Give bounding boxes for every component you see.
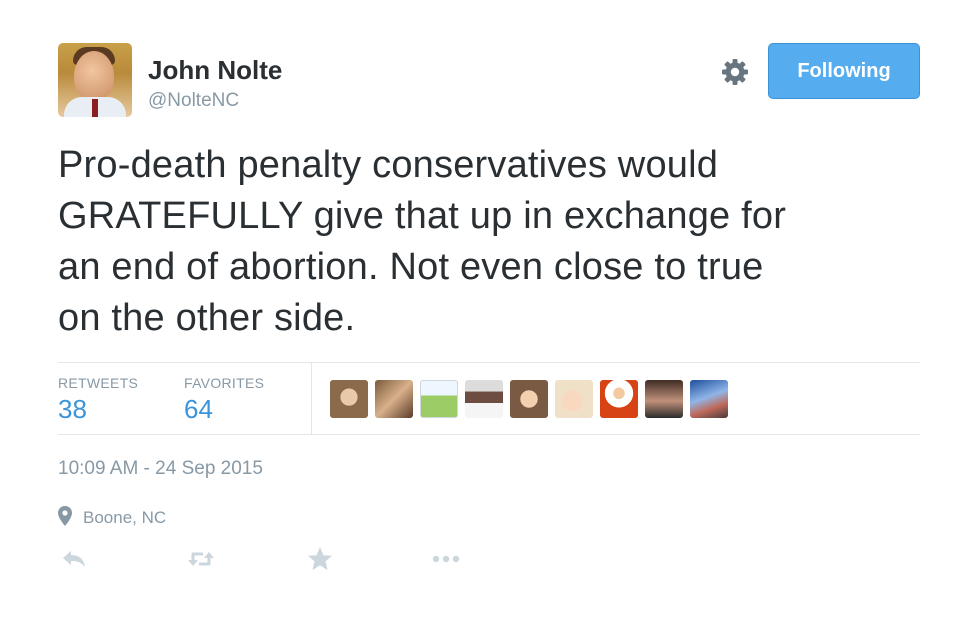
tweet-timestamp[interactable]: 10:09 AM - 24 Sep 2015	[58, 458, 263, 480]
favoriter-avatar[interactable]	[375, 380, 413, 418]
favoriter-avatar[interactable]	[420, 380, 458, 418]
favoriter-avatar[interactable]	[645, 380, 683, 418]
location-pin-icon	[58, 506, 72, 526]
tweet-text: Pro-death penalty conservatives would GR…	[58, 140, 928, 344]
favoriter-avatar[interactable]	[555, 380, 593, 418]
favoriter-avatar[interactable]	[690, 380, 728, 418]
favoriter-avatar[interactable]	[330, 380, 368, 418]
favorites-label[interactable]: FAVORITES	[184, 375, 264, 391]
tweet-text-line: GRATEFULLY give that up in exchange for	[58, 195, 787, 237]
favoriter-avatar[interactable]	[600, 380, 638, 418]
favoriter-avatar[interactable]	[465, 380, 503, 418]
favorite-star-icon[interactable]	[307, 546, 333, 572]
retweets-count[interactable]: 38	[58, 394, 87, 425]
tweet-text-line: on the other side.	[58, 297, 356, 339]
retweets-label[interactable]: RETWEETS	[58, 375, 138, 391]
tweet-location[interactable]: Boone, NC	[83, 508, 166, 528]
stats-divider-vertical	[311, 362, 312, 434]
stats-divider-top	[58, 362, 920, 363]
tweet-card: John Nolte @NolteNC Following Pro-death …	[0, 0, 980, 618]
stats-divider-bottom	[58, 434, 920, 435]
reply-icon[interactable]	[60, 546, 88, 572]
favorites-count[interactable]: 64	[184, 394, 213, 425]
gear-icon[interactable]	[720, 57, 750, 87]
user-display-name[interactable]: John Nolte	[148, 55, 282, 86]
tweet-text-line: Pro-death penalty conservatives would	[58, 144, 719, 186]
retweet-icon[interactable]	[186, 546, 216, 572]
favoriter-avatar[interactable]	[510, 380, 548, 418]
tweet-text-line: an end of abortion. Not even close to tr…	[58, 246, 764, 288]
user-avatar[interactable]	[58, 43, 132, 117]
more-dots-icon[interactable]	[430, 546, 462, 572]
following-button[interactable]: Following	[768, 43, 920, 99]
user-handle[interactable]: @NolteNC	[148, 90, 239, 112]
